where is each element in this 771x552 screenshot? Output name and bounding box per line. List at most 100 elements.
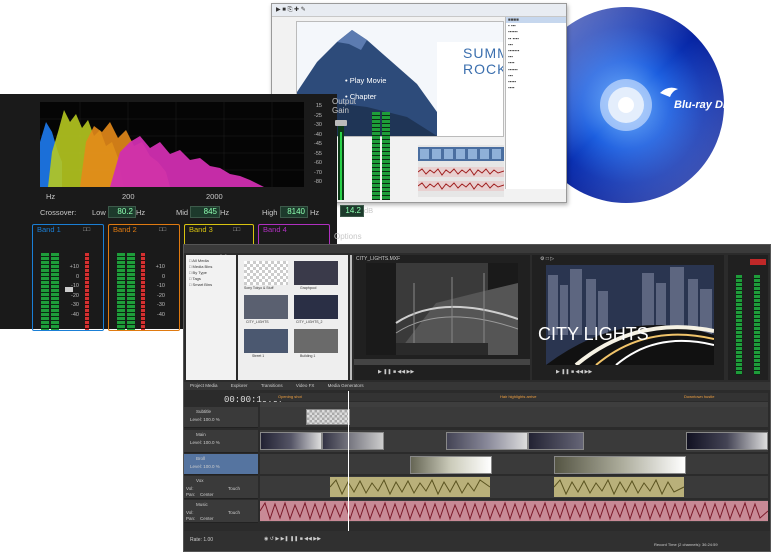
output-level-meter-left bbox=[372, 112, 380, 200]
crossover-mid-unit: Hz bbox=[220, 208, 230, 217]
clip-subtitle[interactable] bbox=[306, 409, 350, 425]
band-2-title: Band 2 bbox=[113, 225, 137, 234]
video-preview-panel: ⚙ □ ▷ CITY LIGHTS ▶ ❚❚ ■ ◀◀ ▶▶ bbox=[532, 255, 724, 380]
clip-main-4[interactable] bbox=[528, 432, 584, 450]
clip-broll-2[interactable] bbox=[554, 456, 686, 474]
trimmer-clip-name: CITY_LIGHTS.MXF bbox=[356, 256, 401, 262]
freq-axis-hz: Hz bbox=[46, 192, 56, 201]
media-thumb-1[interactable] bbox=[244, 261, 288, 285]
master-meter-right bbox=[754, 275, 760, 375]
media-label-4: CITY_LIGHTS_2 bbox=[296, 320, 323, 324]
band-2-panel: Band 2 □□ +10 0 -10 -20 -30 -40 bbox=[108, 224, 180, 331]
options-label[interactable]: Options bbox=[334, 232, 362, 241]
track-level-main: Level: 100.0 % bbox=[190, 440, 220, 445]
track-header-broll[interactable]: Broll Level: 100.0 % bbox=[184, 454, 258, 475]
track-touch-vox[interactable]: Touch bbox=[228, 486, 240, 491]
track-header-music[interactable]: Music Vol: Touch Pan: Center bbox=[184, 500, 258, 523]
vox-waveform bbox=[329, 477, 685, 497]
tab-explorer[interactable]: Explorer bbox=[231, 383, 248, 388]
output-level-meter-right bbox=[382, 112, 390, 200]
project-media-tree[interactable]: □ All Media □ Media Bins □ By Type □ Tags □ … bbox=[186, 255, 236, 380]
output-gain-fader-fill bbox=[340, 132, 342, 200]
preview-title-overlay: CITY LIGHTS bbox=[538, 324, 649, 344]
clip-broll-1[interactable] bbox=[410, 456, 492, 474]
menu-item-play-movie[interactable]: • Play Movie bbox=[345, 76, 386, 85]
band-1-meter-r bbox=[51, 253, 59, 330]
band-2-gr-meter bbox=[141, 253, 145, 330]
track-header-subtitle[interactable]: Subtitle Level: 100.0 % bbox=[184, 407, 258, 428]
editor-toolbar: ■ ■ ■ ■ ■ ■ ↶ ↷ ✂ bbox=[184, 245, 770, 260]
spectrum-display bbox=[40, 102, 304, 187]
crossover-low-label: Low bbox=[92, 208, 106, 217]
band-1-meter-l bbox=[41, 253, 49, 330]
band-2-meter-r bbox=[127, 253, 135, 330]
preview-image bbox=[546, 265, 714, 365]
band-1-solo-buttons[interactable]: □□ bbox=[83, 227, 90, 233]
output-gain-scale: 15 -25 -30 -40 -45 -55 -60 -70 -80 bbox=[314, 103, 322, 185]
output-gain-unit: dB bbox=[364, 206, 374, 215]
media-thumb-3[interactable] bbox=[244, 295, 288, 319]
dvd-timeline bbox=[417, 145, 505, 197]
track-touch-music[interactable]: Touch bbox=[228, 510, 240, 515]
marker-opening-shot[interactable]: Opening shot bbox=[278, 394, 302, 399]
track-pan-music: Pan: bbox=[186, 516, 196, 521]
band-1-gr-meter bbox=[85, 253, 89, 330]
crossover-high-label: High bbox=[262, 208, 278, 217]
tab-media-generators[interactable]: Media Generators bbox=[328, 383, 364, 388]
timeline-transport[interactable]: ◉ ↺ ▶ ▶❚ ❚❚ ■ ◀◀ ▶▶ bbox=[264, 536, 321, 542]
clip-main-3[interactable] bbox=[446, 432, 528, 450]
video-editor-window: ■ ■ ■ ■ ■ ■ ↶ ↷ ✂ □ All Media□ Media Bin… bbox=[183, 244, 771, 552]
timeline-playhead[interactable] bbox=[348, 391, 349, 531]
clip-main-2[interactable] bbox=[322, 432, 384, 450]
band-1-threshold-handle[interactable] bbox=[65, 287, 73, 292]
band-3-solo-buttons[interactable]: □□ bbox=[233, 227, 240, 233]
track-header-vox[interactable]: Vox Vol: Touch Pan: Center bbox=[184, 476, 258, 499]
trimmer-transport[interactable]: ▶ ❚❚ ■ ◀◀ ▶▶ bbox=[378, 369, 414, 375]
track-header-main[interactable]: Main Level: 100.0 % bbox=[184, 430, 258, 453]
crossover-mid-label: Mid bbox=[176, 208, 189, 217]
tab-transitions[interactable]: Transitions bbox=[261, 383, 283, 388]
output-gain-label: Output Gain bbox=[332, 97, 357, 115]
media-thumb-6[interactable] bbox=[294, 329, 338, 353]
lane-vox bbox=[260, 476, 768, 498]
trimmer-preview-image bbox=[366, 263, 518, 355]
marker-bar[interactable]: Opening shot Hair highlights arrive Down… bbox=[260, 393, 768, 401]
track-label-subtitle: Subtitle bbox=[196, 409, 212, 414]
track-vol-vox: Vol: bbox=[186, 486, 194, 491]
clip-main-5[interactable] bbox=[686, 432, 768, 450]
editor-bottom-bar: Rate: 1.00 ◉ ↺ ▶ ▶❚ ❚❚ ■ ◀◀ ▶▶ Record Ti… bbox=[184, 531, 770, 551]
crossover-high-unit: Hz bbox=[310, 208, 320, 217]
tab-video-fx[interactable]: Video FX bbox=[296, 383, 314, 388]
track-center-music: Center bbox=[200, 516, 214, 521]
media-thumb-4[interactable] bbox=[294, 295, 338, 319]
window-docking-tabs: Project Media Explorer Transitions Video… bbox=[184, 382, 770, 390]
bluray-disc-image: Blu-ray Disc bbox=[548, 7, 738, 203]
crossover-label: Crossover: bbox=[40, 208, 77, 217]
track-level-subtitle: Level: 100.0 % bbox=[190, 417, 220, 422]
track-center-vox: Center bbox=[200, 492, 214, 497]
marker-downtown-hustle[interactable]: Downtown hustle bbox=[684, 394, 714, 399]
band-2-solo-buttons[interactable]: □□ bbox=[159, 227, 166, 233]
crossover-high-value[interactable]: 8140 bbox=[280, 206, 308, 218]
media-thumb-5[interactable] bbox=[244, 329, 288, 353]
preview-transport[interactable]: ▶ ❚❚ ■ ◀◀ ▶▶ bbox=[556, 369, 592, 375]
band-3-title: Band 3 bbox=[189, 225, 213, 234]
output-gain-fader-handle[interactable] bbox=[335, 120, 347, 126]
dvd-toolbar: ▶ ■ ⎘ ✚ ✎ bbox=[272, 4, 566, 17]
track-level-broll: Level: 100.0 % bbox=[190, 464, 220, 469]
marker-hair-highlights[interactable]: Hair highlights arrive bbox=[500, 394, 536, 399]
media-thumb-2[interactable] bbox=[294, 261, 338, 285]
media-scrollbar[interactable] bbox=[350, 255, 352, 380]
lane-music bbox=[259, 500, 769, 522]
lane-broll bbox=[260, 454, 768, 474]
preview-toolbar[interactable]: ⚙ □ ▷ bbox=[540, 256, 554, 262]
track-label-vox: Vox bbox=[196, 478, 204, 483]
trimmer-timeline[interactable] bbox=[354, 359, 530, 365]
tab-project-media[interactable]: Project Media bbox=[190, 383, 218, 388]
output-gain-value[interactable]: 14.2 bbox=[340, 205, 364, 217]
crossover-mid-value[interactable]: 845 bbox=[190, 206, 220, 218]
track-pan-vox: Pan: bbox=[186, 492, 196, 497]
band-4-title: Band 4 bbox=[263, 225, 287, 234]
clip-main-1[interactable] bbox=[260, 432, 322, 450]
crossover-low-value[interactable]: 80.2 bbox=[108, 206, 136, 218]
